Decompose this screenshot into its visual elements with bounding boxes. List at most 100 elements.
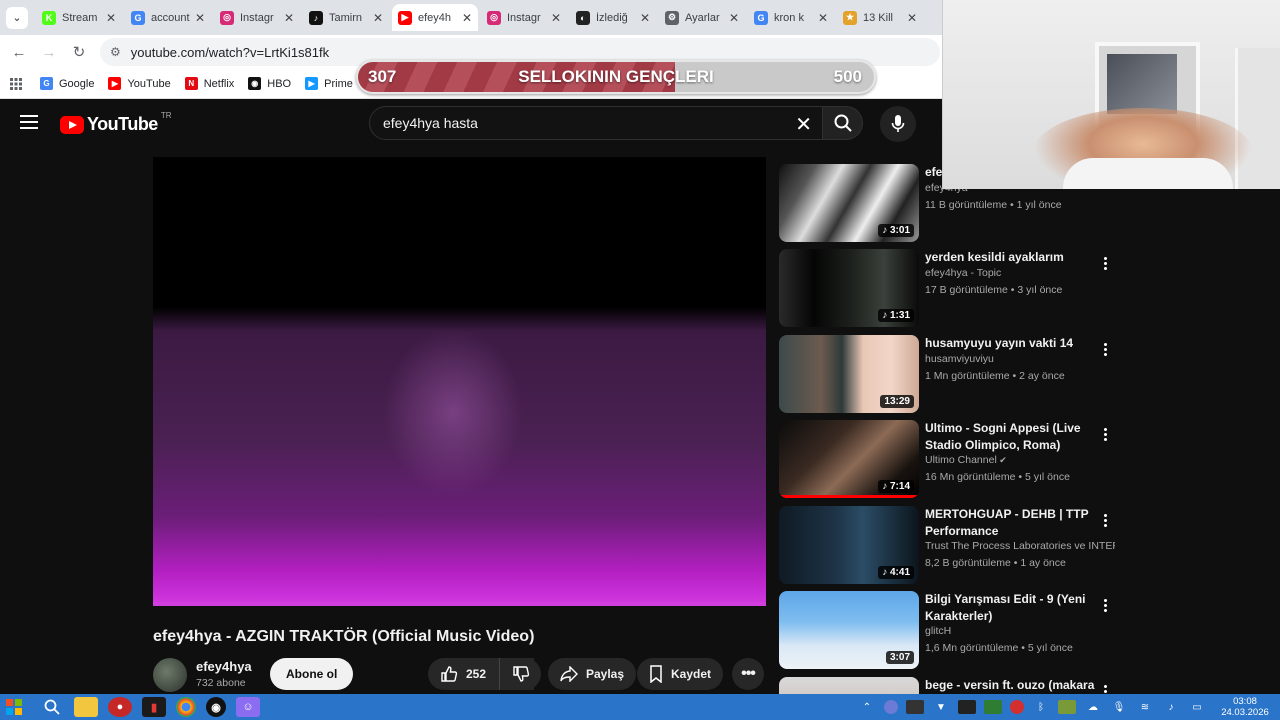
- recommended-video-title[interactable]: husamyuyu yayın vakti 14: [925, 335, 1111, 352]
- close-tab-icon[interactable]: ✕: [373, 11, 383, 25]
- start-button[interactable]: [0, 694, 28, 720]
- chrome-icon[interactable]: [176, 697, 196, 717]
- video-thumbnail[interactable]: ♪ 7:14: [779, 420, 919, 498]
- video-thumbnail[interactable]: ♪ 3:01: [779, 164, 919, 242]
- browser-tab[interactable]: ★ 13 Kill ✕: [837, 4, 923, 31]
- discord-icon[interactable]: ☺: [236, 697, 260, 717]
- more-vertical-icon[interactable]: [1101, 599, 1109, 615]
- tray-app2-icon[interactable]: [958, 700, 976, 714]
- video-thumbnail[interactable]: ♪ 4:41: [779, 506, 919, 584]
- tray-nvidia-icon[interactable]: ▼: [932, 700, 950, 714]
- tab-search-button[interactable]: ⌄: [6, 6, 28, 29]
- video-thumbnail[interactable]: ♪ 1:31: [779, 249, 919, 327]
- browser-tab[interactable]: ♪ Tamirn ✕: [303, 4, 389, 31]
- bookmark-item[interactable]: ▶ YouTube: [108, 77, 171, 90]
- volume-icon[interactable]: ♪: [1162, 700, 1180, 714]
- wifi-icon[interactable]: ≋: [1136, 700, 1154, 714]
- back-icon[interactable]: ←: [4, 44, 34, 61]
- bookmark-item[interactable]: G Google: [40, 77, 94, 90]
- video-owner-row: efey4hya 732 abone Abone ol 252 Paylaş K…: [153, 656, 773, 696]
- close-tab-icon[interactable]: ✕: [195, 11, 205, 25]
- recommended-channel-name[interactable]: efey4hya - Topic: [925, 267, 1115, 279]
- tray-record-icon[interactable]: [1010, 700, 1024, 714]
- tray-chevron-up-icon[interactable]: ⌃: [858, 700, 876, 714]
- video-thumbnail[interactable]: 13:29: [779, 335, 919, 413]
- recommended-channel-name[interactable]: Trust The Process Laboratories ve INTER…: [925, 540, 1115, 552]
- video-thumbnail[interactable]: 3:07: [779, 591, 919, 669]
- close-tab-icon[interactable]: ✕: [106, 11, 116, 25]
- recommended-video[interactable]: 3:07 Bilgi Yarışması Edit - 9 (Yeni Karak…: [779, 591, 1124, 669]
- obs-icon[interactable]: ◉: [206, 697, 226, 717]
- more-vertical-icon[interactable]: [1101, 257, 1109, 273]
- game-app-icon[interactable]: ▮: [142, 697, 166, 717]
- video-duration: 3:07: [885, 651, 914, 664]
- bluetooth-icon[interactable]: ᛒ: [1032, 700, 1050, 714]
- search-button[interactable]: [823, 106, 863, 140]
- more-vertical-icon[interactable]: [1101, 514, 1109, 530]
- video-progress-bar[interactable]: [153, 602, 766, 606]
- tray-mic-icon[interactable]: 🎙︎: [1110, 700, 1128, 714]
- close-tab-icon[interactable]: ✕: [640, 11, 650, 25]
- close-tab-icon[interactable]: ✕: [551, 11, 561, 25]
- browser-tab[interactable]: Gkron k ✕: [748, 4, 834, 31]
- bookmark-item[interactable]: N Netflix: [184, 77, 234, 90]
- voice-search-button[interactable]: [880, 106, 916, 142]
- tray-app3-icon[interactable]: [984, 700, 1002, 714]
- recommended-video[interactable]: ♪ 4:41 MERTOHGUAP - DEHB | TTP Performanc…: [779, 506, 1124, 584]
- tray-monitor-icon[interactable]: [906, 700, 924, 714]
- recommended-video[interactable]: ♪ 1:31 yerden kesildi ayaklarım efey4hya -…: [779, 249, 1124, 327]
- forward-icon[interactable]: →: [34, 44, 64, 61]
- browser-tab[interactable]: ▶ efey4h ✕: [392, 4, 478, 31]
- microphone-icon: [891, 115, 905, 132]
- close-tab-icon[interactable]: ✕: [818, 11, 828, 25]
- share-button[interactable]: Paylaş: [548, 658, 637, 690]
- recommended-video-title[interactable]: Ultimo - Sogni Appesi (Live Stadio Olimp…: [925, 420, 1111, 453]
- more-vertical-icon[interactable]: [1101, 428, 1109, 444]
- close-tab-icon[interactable]: ✕: [462, 11, 472, 25]
- apps-icon[interactable]: [10, 77, 22, 90]
- close-tab-icon[interactable]: ✕: [907, 11, 917, 25]
- browser-tab[interactable]: ◎ Instagr ✕: [214, 4, 300, 31]
- recommended-video[interactable]: 13:29 husamyuyu yayın vakti 14 husamviyuvi…: [779, 335, 1124, 413]
- save-button[interactable]: Kaydet: [637, 658, 724, 690]
- close-tab-icon[interactable]: ✕: [284, 11, 294, 25]
- tray-app4-icon[interactable]: [1058, 700, 1076, 714]
- bookmark-item[interactable]: ▶ Prime: [305, 77, 353, 90]
- video-player[interactable]: [153, 157, 766, 606]
- tray-cloud-icon[interactable]: ☁: [1084, 700, 1102, 714]
- bookmark-item[interactable]: ◉ HBO: [248, 77, 291, 90]
- recommended-channel-name[interactable]: husamviyuviyu: [925, 353, 1115, 365]
- search-input[interactable]: efey4hya hasta ✕: [369, 106, 823, 140]
- file-explorer-icon[interactable]: [74, 697, 98, 717]
- menu-icon[interactable]: [20, 115, 38, 131]
- youtube-logo[interactable]: YouTube TR: [60, 111, 172, 135]
- close-tab-icon[interactable]: ✕: [729, 11, 739, 25]
- browser-tab[interactable]: K Stream ✕: [36, 4, 122, 31]
- browser-tab[interactable]: ⚙ Ayarlar ✕: [659, 4, 745, 31]
- battery-icon[interactable]: ▭: [1188, 700, 1206, 714]
- browser-tab[interactable]: ◐ İzlediğ ✕: [570, 4, 656, 31]
- dislike-button[interactable]: [499, 658, 541, 690]
- recommended-video[interactable]: ♪ 7:14 Ultimo - Sogni Appesi (Live Stadio…: [779, 420, 1124, 498]
- channel-name[interactable]: efey4hya: [196, 659, 252, 674]
- tray-app-icon[interactable]: [884, 700, 898, 714]
- subscribe-button[interactable]: Abone ol: [270, 658, 354, 690]
- recommended-video-title[interactable]: MERTOHGUAP - DEHB | TTP Performance: [925, 506, 1111, 539]
- browser-tab[interactable]: ◎ Instagr ✕: [481, 4, 567, 31]
- more-vertical-icon[interactable]: [1101, 343, 1109, 359]
- reload-icon[interactable]: ↻: [64, 43, 94, 61]
- site-info-icon[interactable]: ⚙: [110, 45, 121, 59]
- clear-search-icon[interactable]: ✕: [795, 112, 812, 137]
- recommended-video-title[interactable]: Bilgi Yarışması Edit - 9 (Yeni Karakterl…: [925, 591, 1111, 624]
- recorder-app-icon[interactable]: ●: [108, 697, 132, 717]
- system-clock[interactable]: 03:08 24.03.2026: [1214, 696, 1276, 718]
- more-actions-button[interactable]: •••: [732, 658, 764, 690]
- recommended-video-title[interactable]: bege - versin ft. ouzo (makara: [925, 677, 1111, 694]
- browser-tab[interactable]: Gaccount ✕: [125, 4, 211, 31]
- thumbs-up-icon: [441, 666, 458, 682]
- recommended-channel-name[interactable]: glitcH: [925, 625, 1115, 637]
- recommended-video-title[interactable]: yerden kesildi ayaklarım: [925, 249, 1111, 266]
- taskbar-search-icon[interactable]: [40, 697, 64, 717]
- channel-avatar[interactable]: [153, 658, 187, 692]
- recommended-channel-name[interactable]: Ultimo Channel ✔: [925, 454, 1115, 466]
